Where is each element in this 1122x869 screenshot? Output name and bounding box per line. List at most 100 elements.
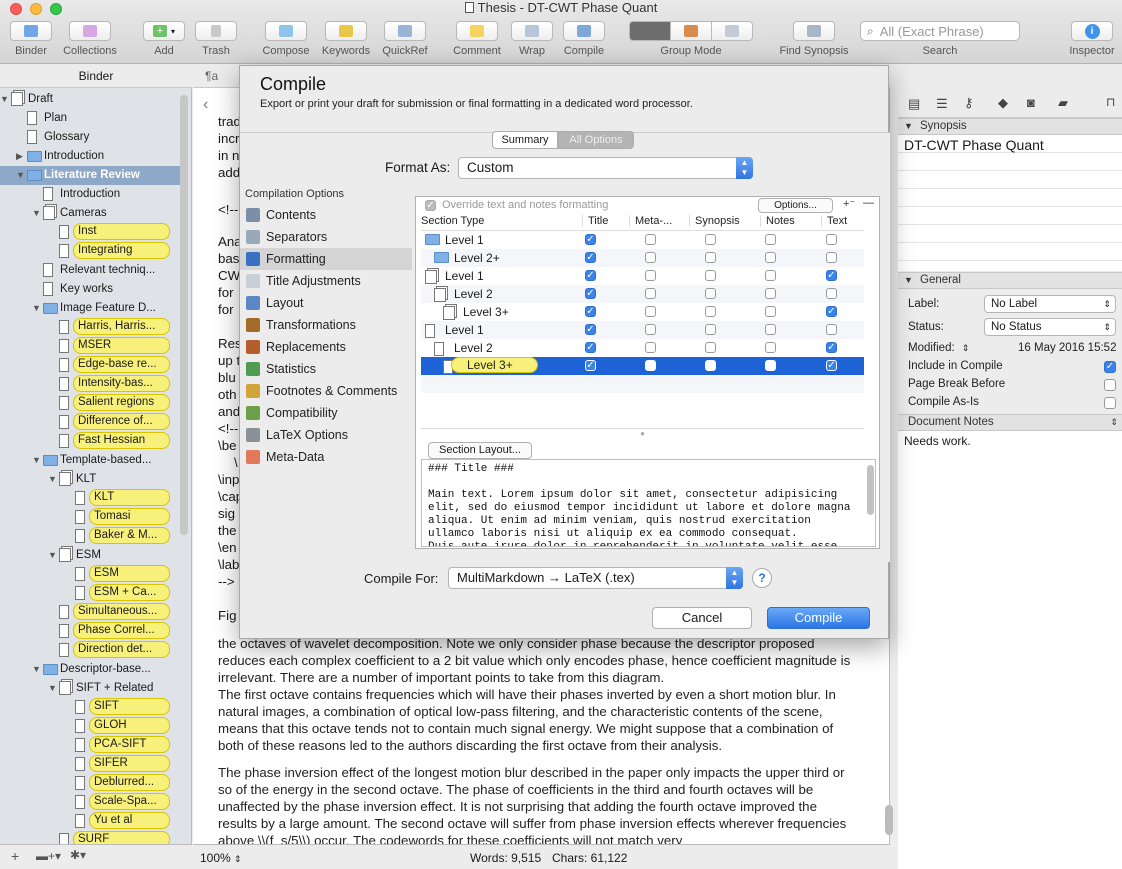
wrap-toolbar-button[interactable]: Wrap <box>511 21 553 63</box>
section-option-checkbox[interactable]: ✓ <box>585 324 596 335</box>
compile-option-item[interactable]: Transformations <box>240 314 412 336</box>
section-option-checkbox[interactable] <box>645 342 656 353</box>
quickref-toolbar-button[interactable]: QuickRef <box>380 21 430 63</box>
label-popup[interactable]: No Label ⇕ <box>984 295 1116 313</box>
section-option-checkbox[interactable] <box>765 234 776 245</box>
synopsis-title[interactable]: DT-CWT Phase Quant <box>904 137 1044 153</box>
disclosure-open-icon[interactable]: ▼ <box>32 204 41 223</box>
page-break-before-checkbox[interactable] <box>1104 379 1116 391</box>
preview-scrollbar[interactable] <box>867 465 874 515</box>
binder-item[interactable]: ▼ Literature Review <box>0 166 180 185</box>
section-layout-button[interactable]: Section Layout... <box>428 442 532 459</box>
binder-item[interactable]: KLT <box>0 489 180 508</box>
binder-item[interactable]: Salient regions <box>0 394 180 413</box>
binder-item[interactable]: Phase Correl... <box>0 622 180 641</box>
section-option-checkbox[interactable] <box>645 306 656 317</box>
binder-item[interactable]: Glossary <box>0 128 180 147</box>
collections-toolbar-button[interactable]: Collections <box>60 21 120 63</box>
section-option-checkbox[interactable] <box>705 234 716 245</box>
cancel-button[interactable]: Cancel <box>652 607 752 629</box>
section-option-checkbox[interactable] <box>826 288 837 299</box>
group-mode-outliner-button[interactable] <box>711 22 752 40</box>
section-option-checkbox[interactable] <box>705 306 716 317</box>
editor-scrollbar[interactable] <box>885 805 893 835</box>
compile-option-item[interactable]: Formatting <box>240 248 412 270</box>
format-bar-toggle[interactable]: ¶a <box>205 69 218 83</box>
binder-item[interactable]: Key works <box>0 280 180 299</box>
synopsis-area[interactable]: DT-CWT Phase Quant <box>898 135 1122 271</box>
remove-level-button[interactable]: — <box>863 197 874 209</box>
document-notes-header[interactable]: Document Notes ⇕ <box>898 414 1122 431</box>
disclosure-open-icon[interactable]: ▼ <box>48 546 57 565</box>
section-type-row[interactable]: Level 3+ ✓ ✓ <box>421 303 864 321</box>
section-type-row[interactable]: Level 2 ✓ ✓ <box>421 339 864 357</box>
section-option-checkbox[interactable]: ✓ <box>585 252 596 263</box>
section-option-checkbox[interactable] <box>705 270 716 281</box>
compile-button[interactable]: Compile <box>767 607 870 629</box>
compile-option-item[interactable]: LaTeX Options <box>240 424 412 446</box>
binder-item[interactable]: ESM + Ca... <box>0 584 180 603</box>
section-option-checkbox[interactable]: ✓ <box>585 360 596 371</box>
binder-item[interactable]: ▶ Introduction <box>0 147 180 166</box>
synopsis-header[interactable]: ▼ Synopsis <box>898 118 1122 135</box>
binder-item[interactable]: Relevant techniq... <box>0 261 180 280</box>
lock-icon[interactable]: ⊓ <box>1106 95 1115 109</box>
bookmarks-tab-icon[interactable]: ☰ <box>936 96 948 112</box>
binder-item[interactable]: ▼ Template-based... <box>0 451 180 470</box>
section-type-row[interactable]: Level 1 ✓ <box>421 231 864 249</box>
status-popup[interactable]: No Status ⇕ <box>984 318 1116 336</box>
binder-item[interactable]: Simultaneous... <box>0 603 180 622</box>
section-type-row[interactable]: Level 1 ✓ ✓ <box>421 267 864 285</box>
compose-toolbar-button[interactable]: Compose <box>262 21 310 63</box>
disclosure-closed-icon[interactable]: ▶ <box>16 147 23 166</box>
splitter-handle[interactable]: ● <box>421 428 864 438</box>
section-option-checkbox[interactable] <box>705 342 716 353</box>
binder-item[interactable]: Baker & M... <box>0 527 180 546</box>
section-option-checkbox[interactable]: ✓ <box>585 270 596 281</box>
section-option-checkbox[interactable] <box>705 252 716 263</box>
section-option-checkbox[interactable] <box>645 252 656 263</box>
inspector-toolbar-button[interactable]: i Inspector <box>1066 21 1118 63</box>
column-header[interactable]: Title <box>582 215 608 227</box>
section-option-checkbox[interactable] <box>705 324 716 335</box>
chevron-updown-icon[interactable]: ⇕ <box>962 343 970 353</box>
column-header[interactable]: Section Type <box>421 215 484 227</box>
section-option-checkbox[interactable] <box>705 288 716 299</box>
binder-item[interactable]: Direction det... <box>0 641 180 660</box>
disclosure-open-icon[interactable]: ▼ <box>0 90 9 109</box>
column-header[interactable]: Synopsis <box>689 215 740 227</box>
binder-item[interactable]: Scale-Spa... <box>0 793 180 812</box>
section-option-checkbox[interactable] <box>765 270 776 281</box>
gear-icon[interactable]: ✱▾ <box>70 848 86 862</box>
add-item-button[interactable]: + <box>11 848 19 864</box>
section-option-checkbox[interactable] <box>645 234 656 245</box>
binder-item[interactable]: ▼ SIFT + Related <box>0 679 180 698</box>
compile-option-item[interactable]: Compatibility <box>240 402 412 424</box>
section-type-row[interactable]: Level 3+ ✓ ✓ <box>421 357 864 375</box>
section-option-checkbox[interactable] <box>826 234 837 245</box>
binder-item[interactable]: Deblurred... <box>0 774 180 793</box>
section-option-checkbox[interactable]: ✓ <box>826 270 837 281</box>
section-option-checkbox[interactable]: ✓ <box>826 360 837 371</box>
find-synopsis-toolbar-button[interactable]: Find Synopsis <box>776 21 852 63</box>
binder-toolbar-button[interactable]: Binder <box>10 21 52 63</box>
section-option-checkbox[interactable] <box>765 360 776 371</box>
compile-option-item[interactable]: Separators <box>240 226 412 248</box>
binder-item[interactable]: ▼ Descriptor-base... <box>0 660 180 679</box>
group-mode-corkboard-button[interactable] <box>670 22 711 40</box>
add-toolbar-button[interactable]: + ▾ Add <box>143 21 185 63</box>
section-option-checkbox[interactable] <box>765 306 776 317</box>
section-option-checkbox[interactable] <box>645 270 656 281</box>
disclosure-open-icon[interactable]: ▼ <box>48 470 57 489</box>
binder-item[interactable]: SURF <box>0 831 180 844</box>
binder-item[interactable]: SIFT <box>0 698 180 717</box>
group-mode-scrivenings-button[interactable] <box>630 22 670 40</box>
binder-item[interactable]: Harris, Harris... <box>0 318 180 337</box>
tab-summary[interactable]: Summary <box>492 131 558 149</box>
section-type-row[interactable]: Level 2+ ✓ <box>421 249 864 267</box>
binder-item[interactable]: MSER <box>0 337 180 356</box>
binder-item[interactable]: Plan <box>0 109 180 128</box>
binder-item[interactable]: Fast Hessian <box>0 432 180 451</box>
section-option-checkbox[interactable]: ✓ <box>585 306 596 317</box>
section-option-checkbox[interactable] <box>765 342 776 353</box>
